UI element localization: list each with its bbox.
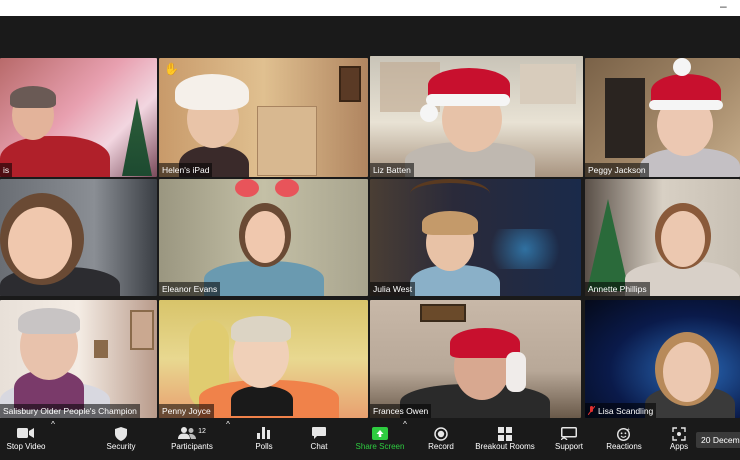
video-grid: is ✋ Helen's iPad Liz Batten Peggy Jacks… [0, 56, 740, 420]
participant-name: Eleanor Evans [159, 282, 221, 296]
video-tile[interactable]: Annette Phillips [585, 179, 740, 296]
apps-icon [664, 420, 694, 442]
breakout-rooms-button[interactable]: Breakout Rooms [472, 420, 538, 460]
participants-options-caret[interactable]: ^ [225, 420, 231, 460]
support-icon [550, 420, 588, 442]
video-tile[interactable]: Lisa Scandling [585, 300, 740, 418]
participant-figure [585, 179, 740, 296]
participant-name: Annette Phillips [585, 282, 650, 296]
chat-button[interactable]: Chat [304, 420, 334, 460]
participant-name: Julia West [370, 282, 416, 296]
video-tile[interactable]: Penny Joyce [159, 300, 368, 418]
video-tile[interactable]: Eleanor Evans [159, 179, 368, 296]
video-tile-active-speaker[interactable]: Liz Batten [370, 56, 583, 177]
participant-name: Helen's iPad [159, 163, 213, 177]
participant-name: Penny Joyce [159, 404, 214, 418]
participant-name: Salisbury Older People's Champion [0, 404, 140, 418]
security-button[interactable]: Security [100, 420, 142, 460]
record-icon [424, 420, 458, 442]
video-tile[interactable]: is [0, 58, 157, 177]
video-tile[interactable] [0, 179, 157, 296]
minimize-icon[interactable]: – [720, 0, 730, 12]
participant-name: Liz Batten [370, 163, 414, 177]
participant-figure [370, 56, 583, 177]
meeting-topbar [0, 16, 740, 56]
record-button[interactable]: Record [424, 420, 458, 460]
share-screen-button[interactable]: Share Screen [352, 420, 408, 460]
participant-figure [370, 300, 581, 418]
participant-figure [0, 300, 157, 418]
breakout-rooms-icon [472, 420, 538, 442]
date-label: 20 December [696, 432, 740, 448]
share-screen-icon [352, 420, 408, 442]
reactions-icon: + [604, 420, 644, 442]
participants-count: 12 [198, 428, 206, 435]
chat-icon [304, 420, 334, 442]
participant-figure [159, 179, 368, 296]
video-tile[interactable]: Salisbury Older People's Champion [0, 300, 157, 418]
window-titlebar: – [0, 0, 740, 16]
reactions-button[interactable]: + Reactions [604, 420, 644, 460]
participant-name: is [0, 163, 13, 177]
participant-figure [0, 179, 157, 296]
participant-name: Lisa Scandling [585, 403, 657, 418]
participant-figure [0, 58, 157, 177]
video-tile[interactable]: Frances Owen [370, 300, 581, 418]
participants-button[interactable]: 12 Participants [166, 420, 218, 460]
polls-button[interactable]: Polls [248, 420, 280, 460]
video-options-caret[interactable]: ^ [50, 420, 56, 460]
stop-video-button[interactable]: Stop Video [4, 420, 48, 460]
participant-name-text: Lisa Scandling [598, 406, 654, 416]
video-camera-icon [4, 420, 48, 442]
muted-mic-icon [587, 405, 596, 416]
polls-icon [248, 420, 280, 442]
participants-icon: 12 [166, 420, 218, 442]
apps-button[interactable]: Apps [664, 420, 694, 460]
support-button[interactable]: Support [550, 420, 588, 460]
video-tile[interactable]: Peggy Jackson [585, 58, 740, 177]
participant-figure [159, 300, 368, 418]
participant-figure [370, 179, 581, 296]
shield-icon [100, 420, 142, 442]
participant-figure [585, 300, 740, 418]
meeting-toolbar: Stop Video ^ Security 12 Participants ^ … [0, 420, 740, 460]
participant-figure [159, 58, 368, 177]
svg-text:+: + [627, 427, 630, 433]
participant-figure [585, 58, 740, 177]
raise-hand-icon: ✋ [164, 62, 179, 76]
participant-name: Peggy Jackson [585, 163, 649, 177]
video-tile[interactable]: Julia West [370, 179, 581, 296]
participant-name: Frances Owen [370, 404, 432, 418]
video-tile[interactable]: ✋ Helen's iPad [159, 58, 368, 177]
share-options-caret[interactable]: ^ [402, 420, 408, 460]
